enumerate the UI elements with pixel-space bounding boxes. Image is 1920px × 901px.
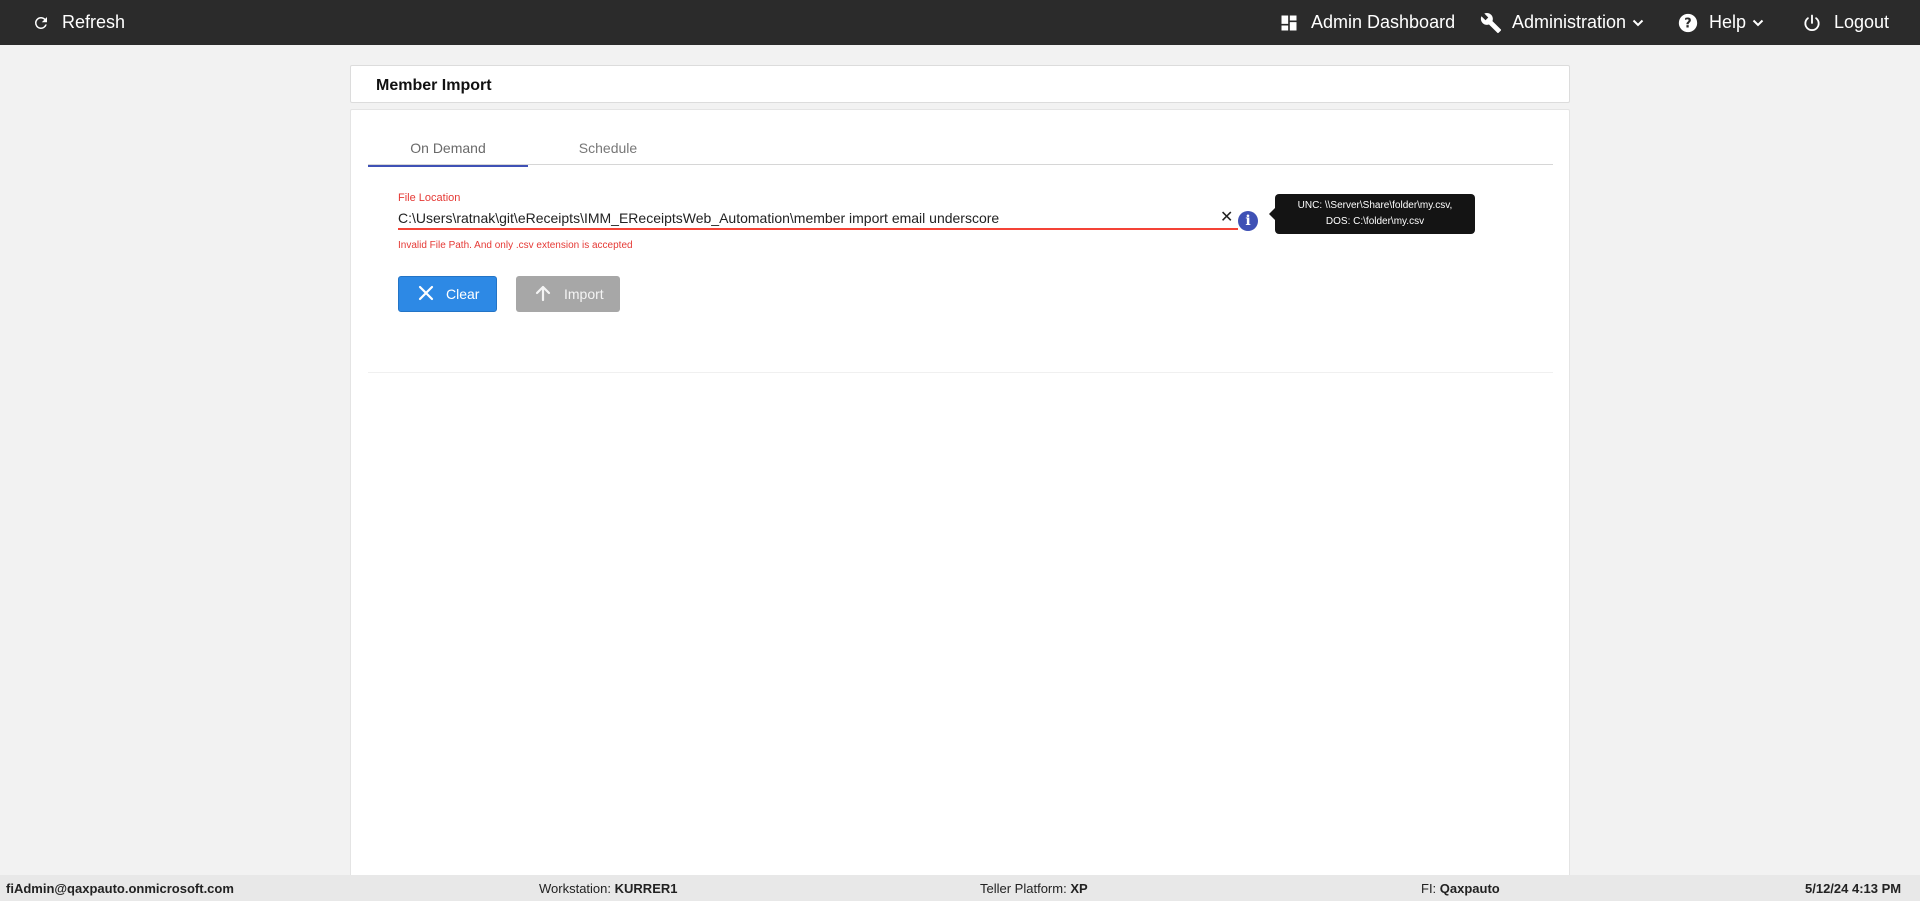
- help-menu[interactable]: ? Help: [1677, 0, 1764, 45]
- status-bar: fiAdmin@qaxpauto.onmicrosoft.com Worksta…: [0, 875, 1920, 901]
- clear-button-label: Clear: [446, 286, 480, 302]
- file-location-input[interactable]: [398, 208, 1238, 230]
- logout-button[interactable]: Logout: [1802, 0, 1889, 45]
- status-user: fiAdmin@qaxpauto.onmicrosoft.com: [6, 881, 234, 896]
- tab-schedule[interactable]: Schedule: [528, 131, 688, 165]
- workstation-label: Workstation:: [539, 881, 612, 896]
- member-import-panel: On Demand Schedule File Location ✕ i UNC…: [350, 109, 1570, 881]
- fi-label: FI:: [1421, 881, 1437, 896]
- status-fi: FI: Qaxpauto: [1421, 881, 1500, 896]
- wrench-icon: [1480, 12, 1502, 34]
- refresh-label: Refresh: [62, 12, 126, 32]
- logout-label: Logout: [1834, 12, 1890, 32]
- teller-platform-label: Teller Platform:: [980, 881, 1067, 896]
- help-label: Help: [1709, 12, 1747, 32]
- page-title: Member Import: [376, 77, 492, 94]
- clear-input-icon[interactable]: ✕: [1220, 209, 1233, 227]
- chevron-down-icon: [1632, 17, 1644, 29]
- chevron-down-icon: [1752, 17, 1764, 29]
- admin-dashboard-label: Admin Dashboard: [1311, 12, 1456, 32]
- file-path-error: Invalid File Path. And only .csv extensi…: [398, 240, 633, 251]
- tab-on-demand[interactable]: On Demand: [368, 131, 528, 167]
- administration-label: Administration: [1512, 12, 1627, 32]
- file-path-tooltip: UNC: \\Server\Share\folder\my.csv, DOS: …: [1269, 194, 1475, 234]
- info-icon[interactable]: i: [1238, 211, 1258, 231]
- arrow-up-icon: [516, 284, 552, 305]
- top-navigation-bar: Refresh Admin Dashboard Administration ?…: [0, 0, 1920, 45]
- file-location-label: File Location: [398, 192, 461, 204]
- import-button[interactable]: Import: [516, 276, 620, 312]
- admin-dashboard-link[interactable]: Admin Dashboard: [1279, 0, 1455, 45]
- teller-platform-value: XP: [1070, 881, 1088, 896]
- status-workstation: Workstation: KURRER1: [539, 881, 677, 896]
- dashboard-icon: [1279, 13, 1299, 33]
- status-teller-platform: Teller Platform: XP: [980, 881, 1088, 896]
- help-circle-icon: ?: [1677, 12, 1699, 34]
- power-icon: [1802, 13, 1822, 33]
- tooltip-dos-text: DOS: C:\folder\my.csv: [1325, 216, 1425, 227]
- panel-divider: [368, 372, 1553, 373]
- refresh-icon: [32, 14, 50, 32]
- clear-button[interactable]: Clear: [398, 276, 497, 312]
- close-icon: [399, 285, 434, 304]
- workstation-value: KURRER1: [614, 881, 678, 896]
- status-datetime: 5/12/24 4:13 PM: [1805, 881, 1902, 896]
- page-header-card: Member Import: [350, 65, 1570, 103]
- refresh-button[interactable]: Refresh: [32, 0, 125, 45]
- import-tabs: On Demand Schedule: [368, 131, 1553, 167]
- import-button-label: Import: [564, 286, 604, 302]
- administration-menu[interactable]: Administration: [1480, 0, 1644, 45]
- svg-text:?: ?: [1684, 16, 1691, 31]
- tooltip-unc-text: UNC: \\Server\Share\folder\my.csv,: [1297, 200, 1453, 211]
- fi-value: Qaxpauto: [1439, 881, 1500, 896]
